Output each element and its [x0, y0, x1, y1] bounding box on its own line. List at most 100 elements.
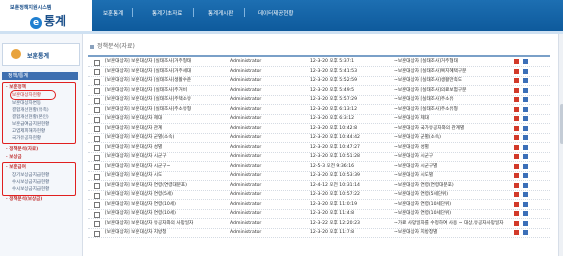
sidebar-category[interactable]: 정책/통계	[2, 72, 78, 80]
document-icon[interactable]	[523, 163, 528, 169]
document-icon[interactable]	[523, 154, 528, 159]
document-icon[interactable]	[523, 125, 528, 131]
document-icon[interactable]	[523, 106, 528, 112]
pdf-icon[interactable]	[514, 78, 519, 83]
row-subject[interactable]: [보훈대상자] 보훈대상자 시도	[105, 172, 162, 180]
row-checkbox[interactable]	[94, 192, 100, 199]
scrollbar-thumb[interactable]	[559, 104, 563, 144]
pdf-icon[interactable]	[514, 59, 519, 64]
pdf-icon[interactable]	[514, 68, 519, 74]
row-checkbox[interactable]	[94, 78, 100, 85]
sidebar-item-policy-analysis[interactable]: · 정책분석(자료)	[6, 146, 38, 152]
table-row[interactable]: [보훈대상자] 보훈대상자 지방청 Administrator 12-3-20 오후…	[88, 229, 550, 238]
pdf-icon[interactable]	[514, 192, 519, 197]
row-checkbox[interactable]	[94, 230, 100, 237]
row-subject[interactable]: [보훈대상자] 보훈대상자 [실태조사]주택소유	[105, 96, 191, 104]
row-checkbox[interactable]	[94, 88, 100, 94]
pdf-icon[interactable]	[514, 135, 519, 140]
row-checkbox[interactable]	[94, 154, 100, 161]
row-subject[interactable]: [보훈대상자] 보훈대상자 지방청	[105, 229, 166, 237]
document-icon[interactable]	[523, 144, 528, 150]
row-checkbox[interactable]	[94, 135, 100, 142]
pdf-icon[interactable]	[514, 144, 519, 150]
row-checkbox[interactable]	[94, 221, 100, 227]
pdf-icon[interactable]	[514, 125, 519, 131]
menu-item-board[interactable]: 통계게시판	[208, 9, 233, 17]
pdf-icon[interactable]	[514, 182, 519, 188]
row-checkbox[interactable]	[94, 126, 100, 132]
document-icon[interactable]	[523, 173, 528, 178]
table-row[interactable]: [보훈대상자] 보훈대상자 [실태조사]거주세대 Administrator 12-…	[88, 68, 550, 77]
row-subject[interactable]: [보훈대상자] 보훈대상자 제대	[105, 115, 162, 123]
pdf-icon[interactable]	[514, 201, 519, 207]
row-subject[interactable]: [보훈대상자] 보훈대상자 연령(연령대분포)	[105, 182, 187, 190]
row-subject[interactable]: [보훈대상자] 보훈대상자 연령(10세)	[105, 201, 176, 209]
document-icon[interactable]	[523, 192, 528, 197]
row-subject[interactable]: [보훈대상자] 보훈대상자 [실태조사]거주형태	[105, 58, 191, 66]
row-checkbox[interactable]	[94, 211, 100, 218]
table-row[interactable]: [보훈대상자] 보훈대상자 [실태조사]주소유형 Administrator 12-…	[88, 106, 550, 115]
document-icon[interactable]	[523, 211, 528, 216]
table-row[interactable]: [보훈대상자] 보훈대상자 [실태조사]주거비 Administrator 12-3…	[88, 87, 550, 96]
row-subject[interactable]: [보훈대상자] 보훈대상자 유공자와의 사망일자	[105, 220, 193, 228]
pdf-icon[interactable]	[514, 230, 519, 235]
document-icon[interactable]	[523, 135, 528, 140]
document-icon[interactable]	[523, 68, 528, 74]
row-checkbox[interactable]	[94, 97, 100, 104]
document-icon[interactable]	[523, 230, 528, 235]
sidebar-item-policy-analysis-comp[interactable]: · 정책분석(보상금)	[6, 196, 42, 202]
scrollbar[interactable]	[558, 34, 563, 256]
table-row[interactable]: [보훈대상자] 보훈대상자 관계 Administrator 12-3-20 오후 …	[88, 125, 550, 134]
app-logo[interactable]: 보훈정책지원시스템 e 통계	[0, 0, 92, 31]
pdf-icon[interactable]	[514, 163, 519, 169]
row-subject[interactable]: [보훈대상자] 보훈대상자 [실태조사]거주세대	[105, 68, 191, 76]
row-checkbox[interactable]	[94, 116, 100, 123]
pdf-icon[interactable]	[514, 173, 519, 178]
row-checkbox[interactable]	[94, 202, 100, 208]
document-icon[interactable]	[523, 220, 528, 226]
row-checkbox[interactable]	[94, 173, 100, 180]
row-subject[interactable]: [보훈대상자] 보훈대상자 연령(10세)	[105, 210, 176, 218]
table-row[interactable]: [보훈대상자] 보훈대상자 제대 Administrator 12-3-20 오후 …	[88, 115, 550, 124]
row-checkbox[interactable]	[94, 69, 100, 75]
table-row[interactable]: [보훈대상자] 보훈대상자 [실태조사]거주형태 Administrator 12-…	[88, 58, 550, 67]
row-subject[interactable]: [보훈대상자] 보훈대상자 [실태조사]생활수준	[105, 77, 191, 85]
document-icon[interactable]	[523, 116, 528, 121]
pdf-icon[interactable]	[514, 97, 519, 102]
menu-item-base-data[interactable]: 통계기초자료	[152, 9, 182, 17]
row-subject[interactable]: [보훈대상자] 보훈대상자 관계	[105, 125, 162, 133]
row-checkbox[interactable]	[94, 107, 100, 113]
sidebar-item-compensation[interactable]: · 보상금	[6, 154, 22, 160]
row-subject[interactable]: [보훈대상자] 보훈대상자 군별(소속)	[105, 134, 174, 142]
document-icon[interactable]	[523, 59, 528, 64]
table-row[interactable]: [보훈대상자] 보훈대상자 군별(소속) Administrator 12-3-20…	[88, 134, 550, 143]
pdf-icon[interactable]	[514, 87, 519, 93]
table-row[interactable]: [보훈대상자] 보훈대상자 연령(연령대분포) Administrator 12-4…	[88, 182, 550, 191]
menu-item-statistics[interactable]: 보훈통계	[103, 9, 123, 17]
table-row[interactable]: [보훈대상자] 보훈대상자 [실태조사]생활수준 Administrator 12-…	[88, 77, 550, 86]
pdf-icon[interactable]	[514, 220, 519, 226]
row-subject[interactable]: [보훈대상자] 보훈대상자 시군구	[105, 153, 166, 161]
table-row[interactable]: [보훈대상자] 보훈대상자 시군구~ Administrator 12-5-3 오전…	[88, 163, 550, 172]
table-row[interactable]: [보훈대상자] 보훈대상자 성별 Administrator 12-3-20 오후 …	[88, 144, 550, 153]
pdf-icon[interactable]	[514, 116, 519, 121]
table-row[interactable]: [보훈대상자] 보훈대상자 시도 Administrator 12-3-20 오후 …	[88, 172, 550, 181]
pdf-icon[interactable]	[514, 154, 519, 159]
document-icon[interactable]	[523, 97, 528, 102]
row-subject[interactable]: [보훈대상자] 보훈대상자 시군구~	[105, 163, 170, 171]
menu-item-data-provision[interactable]: 데이터제공현황	[258, 9, 293, 17]
pdf-icon[interactable]	[514, 106, 519, 112]
table-row[interactable]: [보훈대상자] 보훈대상자 연령(10세) Administrator 12-3-2…	[88, 210, 550, 219]
table-row[interactable]: [보훈대상자] 보훈대상자 연령(10세) Administrator 12-3-2…	[88, 201, 550, 210]
table-row[interactable]: [보훈대상자] 보훈대상자 유공자와의 사망일자 Administrator 12-…	[88, 220, 550, 229]
row-checkbox[interactable]	[94, 59, 100, 66]
row-checkbox[interactable]	[94, 183, 100, 189]
table-row[interactable]: [보훈대상자] 보훈대상자 [실태조사]주택소유 Administrator 12-…	[88, 96, 550, 105]
table-row[interactable]: [보훈대상자] 보훈대상자 연령(5세) Administrator 12-3-20…	[88, 191, 550, 200]
row-checkbox[interactable]	[94, 145, 100, 151]
table-row[interactable]: [보훈대상자] 보훈대상자 시군구 Administrator 12-3-20 오후…	[88, 153, 550, 162]
row-checkbox[interactable]	[94, 164, 100, 170]
row-subject[interactable]: [보훈대상자] 보훈대상자 [실태조사]주거비	[105, 87, 187, 95]
document-icon[interactable]	[523, 87, 528, 93]
row-subject[interactable]: [보훈대상자] 보훈대상자 성별	[105, 144, 162, 152]
